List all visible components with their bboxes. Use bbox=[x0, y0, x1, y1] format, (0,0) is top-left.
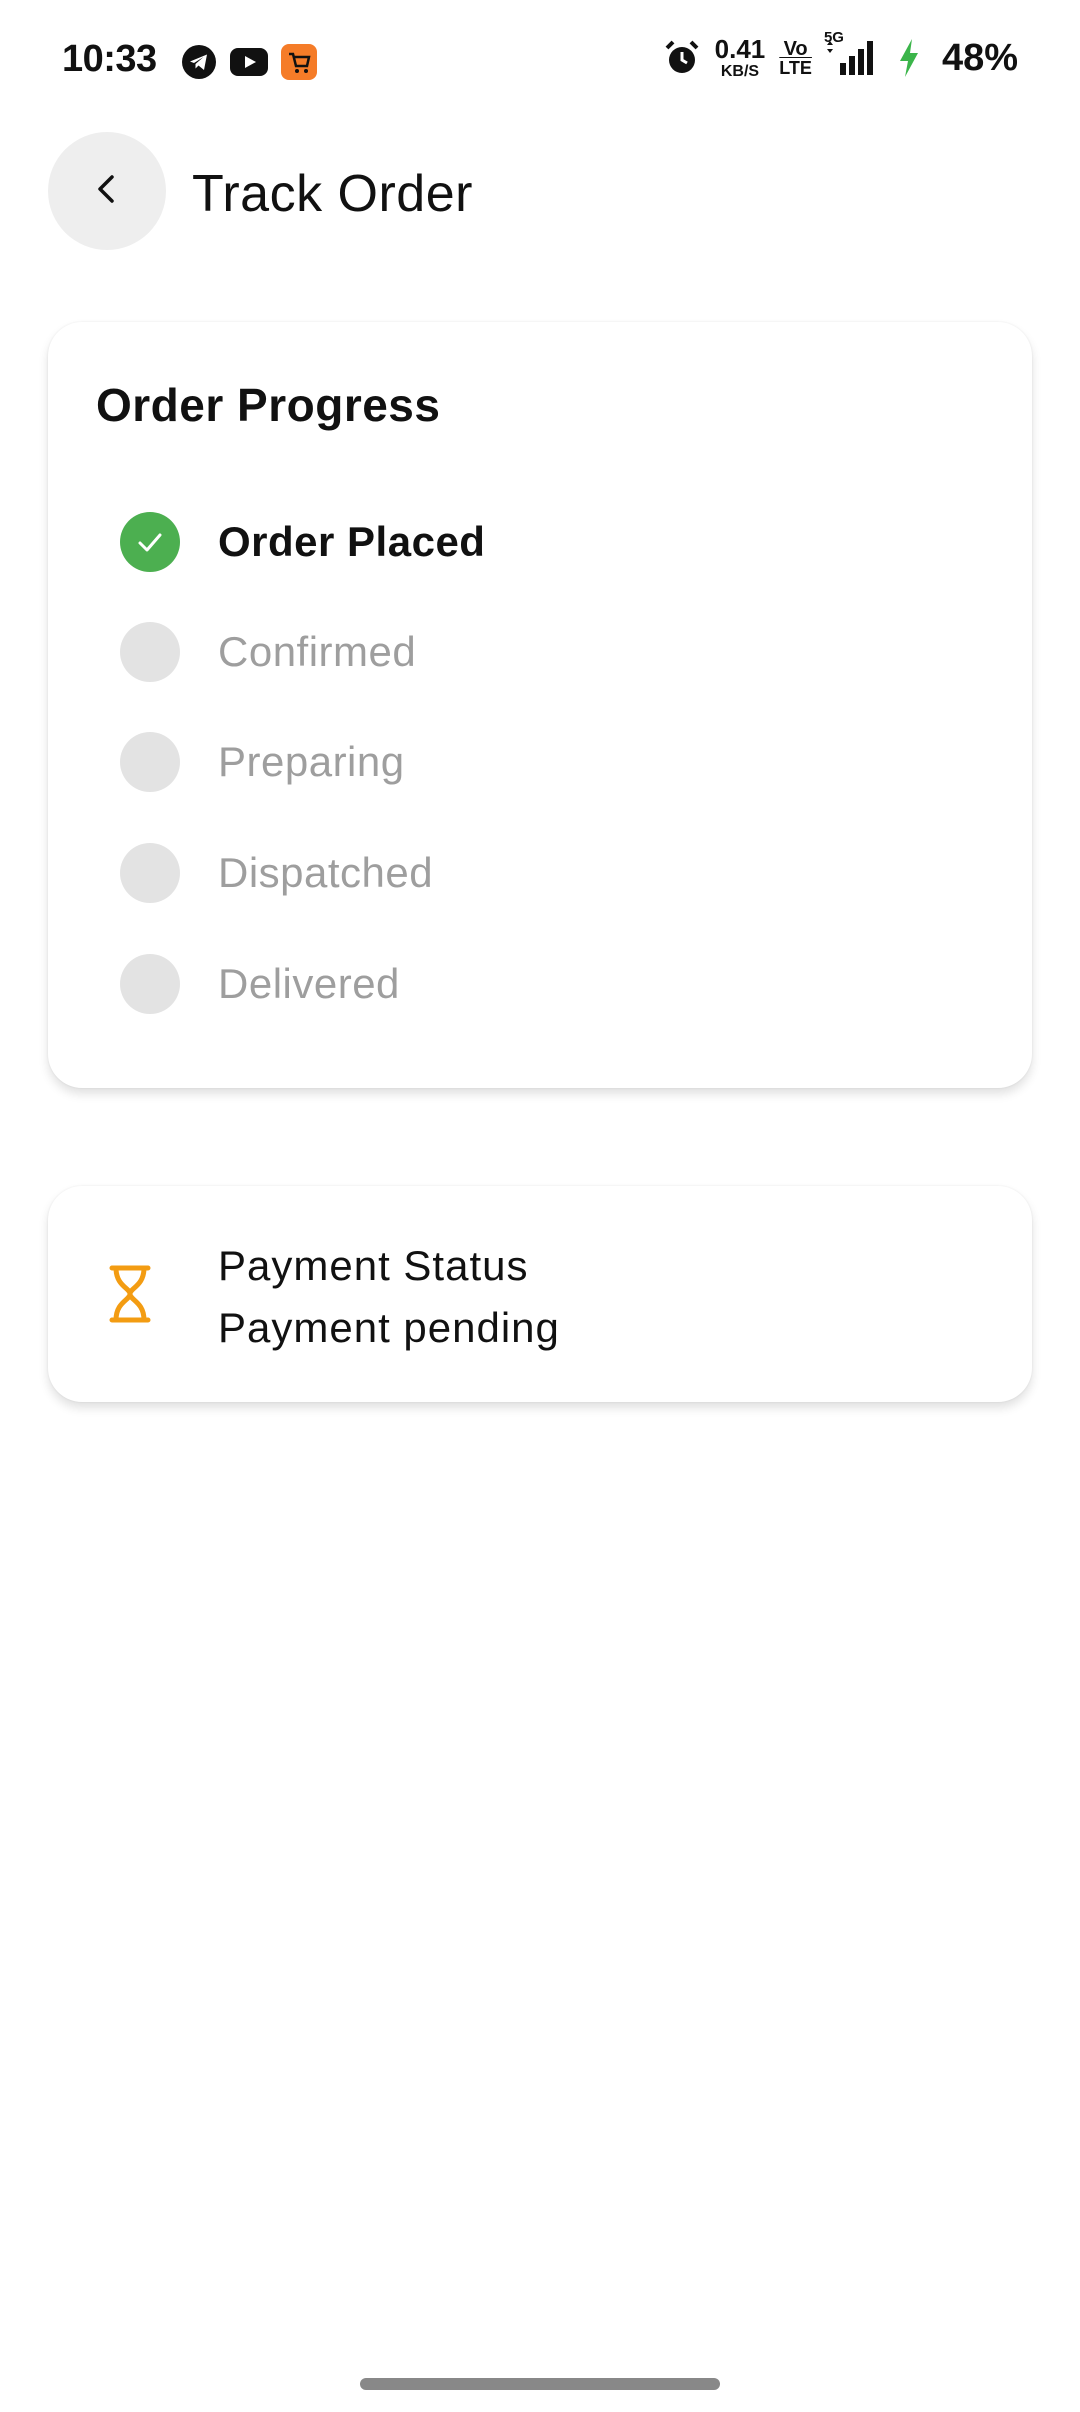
order-progress-card: Order Progress Order Placed Confirmed Pr… bbox=[48, 322, 1032, 1088]
pending-circle-icon bbox=[120, 622, 180, 682]
step-confirmed: Confirmed bbox=[120, 622, 416, 682]
hourglass-icon bbox=[108, 1264, 152, 1324]
shopping-cart-app-icon bbox=[280, 43, 318, 81]
net-speed-value: 0.41 bbox=[714, 34, 766, 64]
status-bar: 10:33 0.41 KB/S Vo LTE 5G 48% bbox=[0, 0, 1080, 124]
alarm-icon bbox=[663, 39, 701, 77]
volte-bottom: LTE bbox=[779, 58, 812, 78]
volte-top: Vo bbox=[783, 38, 808, 60]
check-circle-icon bbox=[120, 512, 180, 572]
home-indicator[interactable] bbox=[360, 2378, 720, 2390]
step-label: Preparing bbox=[218, 738, 405, 785]
charging-icon bbox=[890, 39, 928, 77]
battery-percent: 48% bbox=[941, 36, 1018, 79]
step-delivered: Delivered bbox=[120, 954, 400, 1014]
telegram-icon bbox=[180, 43, 218, 81]
step-preparing: Preparing bbox=[120, 732, 405, 792]
step-order-placed: Order Placed bbox=[120, 512, 485, 572]
step-label: Order Placed bbox=[218, 518, 486, 565]
notification-icons bbox=[180, 43, 318, 81]
volte-indicator: Vo LTE bbox=[779, 39, 812, 77]
step-label: Delivered bbox=[218, 960, 400, 1007]
payment-status-title: Payment Status bbox=[218, 1242, 529, 1289]
youtube-icon bbox=[230, 43, 268, 81]
payment-status-card: Payment Status Payment pending bbox=[48, 1186, 1032, 1402]
status-time: 10:33 bbox=[62, 38, 157, 80]
network-type: 5G bbox=[823, 29, 844, 46]
signal-icon: 5G bbox=[824, 29, 876, 77]
pending-circle-icon bbox=[120, 732, 180, 792]
payment-status-value: Payment pending bbox=[218, 1304, 560, 1351]
status-indicators: 0.41 KB/S Vo LTE 5G 48% bbox=[663, 29, 1018, 80]
back-button[interactable] bbox=[48, 132, 166, 250]
page-title: Track Order bbox=[192, 165, 473, 223]
step-label: Dispatched bbox=[218, 849, 434, 896]
chevron-left-icon bbox=[87, 169, 127, 214]
step-dispatched: Dispatched bbox=[120, 843, 433, 903]
order-progress-title: Order Progress bbox=[96, 379, 441, 431]
pending-circle-icon bbox=[120, 843, 180, 903]
step-label: Confirmed bbox=[218, 628, 417, 675]
net-speed-unit: KB/S bbox=[720, 63, 760, 80]
pending-circle-icon bbox=[120, 954, 180, 1014]
network-speed: 0.41 KB/S bbox=[715, 36, 766, 80]
